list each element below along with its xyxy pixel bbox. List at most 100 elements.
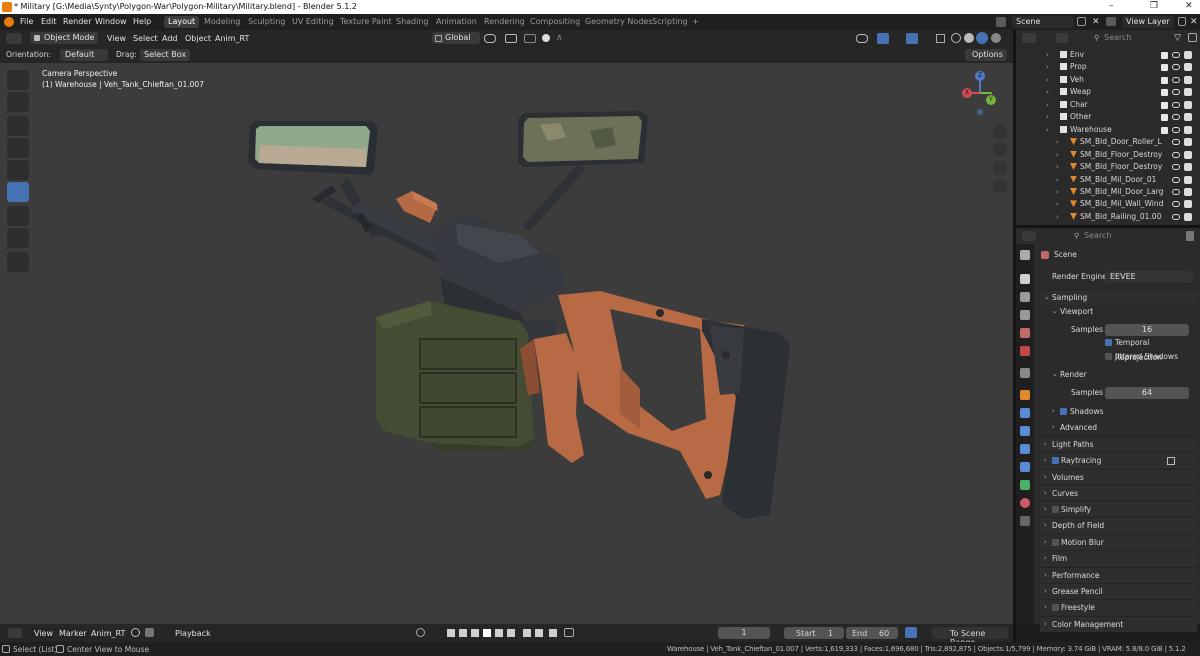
pivot-point-icon[interactable] <box>484 34 496 43</box>
view-layer-tab-icon[interactable] <box>1020 310 1030 320</box>
gizmo-axis-neg-z[interactable] <box>977 109 983 115</box>
new-scene-icon[interactable] <box>1077 17 1086 26</box>
exclude-checkbox[interactable] <box>1161 52 1168 59</box>
menu-window[interactable]: Window <box>95 17 127 26</box>
eye-icon[interactable] <box>1172 151 1180 158</box>
measure-tool-icon[interactable] <box>7 228 29 248</box>
viewport-menu-select[interactable]: Select <box>133 34 158 43</box>
next-marker-icon[interactable] <box>535 629 543 637</box>
camera-render-icon[interactable] <box>1184 75 1192 84</box>
camera-render-icon[interactable] <box>1184 125 1192 134</box>
to-scene-range-button[interactable]: To Scene Range <box>932 627 1008 647</box>
eye-icon[interactable] <box>1172 201 1180 208</box>
world-tab-icon[interactable] <box>1020 346 1030 356</box>
pan-hand-icon[interactable] <box>993 143 1007 157</box>
end-frame-field[interactable]: End 60 <box>846 627 898 639</box>
properties-search-input[interactable]: Search <box>1070 230 1168 242</box>
shadows-checkbox[interactable] <box>1060 408 1067 415</box>
camera-render-icon[interactable] <box>1184 187 1192 196</box>
tab-modeling[interactable]: Modeling <box>200 16 244 28</box>
texture-tab-icon[interactable] <box>1020 516 1030 526</box>
record-icon[interactable] <box>416 628 425 637</box>
chevron-right-icon[interactable]: › <box>1056 149 1059 161</box>
xray-toggle-icon[interactable] <box>936 34 945 43</box>
blender-menu-icon[interactable] <box>4 17 14 27</box>
play-reverse-icon[interactable] <box>471 629 479 637</box>
jump-start-icon[interactable] <box>447 629 455 637</box>
outliner-row[interactable]: › Veh <box>1016 74 1200 86</box>
menu-edit[interactable]: Edit <box>41 17 57 26</box>
eye-icon[interactable] <box>1172 101 1180 108</box>
delete-view-layer-icon[interactable]: ✕ <box>1190 17 1198 27</box>
overlay-toggle-icon[interactable] <box>906 33 918 44</box>
panel-grease-pencil[interactable]: › Grease Pencil <box>1040 583 1197 599</box>
timeline-menu-anim-rt[interactable]: Anim_RT <box>91 629 125 638</box>
maximize-button[interactable]: ❐ <box>1150 1 1158 11</box>
exclude-checkbox[interactable] <box>1161 114 1168 122</box>
rotate-tool-icon[interactable] <box>7 138 29 158</box>
panel-simplify[interactable]: › Simplify <box>1040 501 1197 517</box>
camera-render-icon[interactable] <box>1184 113 1192 122</box>
outliner-row[interactable]: › Env <box>1016 49 1200 61</box>
tab-layout[interactable]: Layout <box>164 16 200 28</box>
eye-icon[interactable] <box>1172 188 1180 195</box>
tab-compositing[interactable]: Compositing <box>526 16 584 28</box>
exclude-checkbox[interactable] <box>1161 76 1168 84</box>
outliner-row[interactable]: › Weap <box>1016 86 1200 98</box>
panel-freestyle[interactable]: › Freestyle <box>1040 599 1197 615</box>
camera-render-icon[interactable] <box>1184 51 1192 59</box>
transform-tool-icon[interactable] <box>7 182 29 202</box>
eye-icon[interactable] <box>1172 213 1180 220</box>
minimize-button[interactable]: – <box>1109 1 1114 11</box>
subpanel-render[interactable]: ⌄ Render <box>1040 367 1197 382</box>
delete-scene-icon[interactable]: ✕ <box>1092 17 1100 27</box>
viewport-menu-anim-rt[interactable]: Anim_RT <box>215 34 249 43</box>
camera-render-icon[interactable] <box>1184 212 1192 221</box>
view-layer-icon[interactable] <box>1106 17 1116 26</box>
chevron-right-icon[interactable]: › <box>1046 86 1049 98</box>
jump-end-icon[interactable] <box>507 629 515 637</box>
camera-render-icon[interactable] <box>1184 100 1192 109</box>
tab-sculpting[interactable]: Sculpting <box>244 16 289 28</box>
3d-viewport[interactable]: Camera Perspective (1) Warehouse | Veh_T… <box>0 63 1013 624</box>
object-tab-icon[interactable] <box>1020 390 1030 400</box>
editor-type-icon[interactable] <box>6 33 22 44</box>
filter-icon[interactable]: ▽ <box>1174 33 1181 43</box>
panel-film[interactable]: › Film <box>1040 550 1197 566</box>
outliner-row[interactable]: › Prop <box>1016 61 1200 73</box>
temporal-reprojection-checkbox[interactable] <box>1105 339 1112 346</box>
constraints-tab-icon[interactable] <box>1020 462 1030 472</box>
panel-motion-blur[interactable]: › Motion Blur <box>1040 534 1197 550</box>
outliner-search-input[interactable]: Search <box>1090 32 1166 44</box>
render-samples-field[interactable]: 64 <box>1105 387 1189 399</box>
outliner-row[interactable]: › SM_Bld_Mil_Door_Larg <box>1016 186 1200 198</box>
camera-render-icon[interactable] <box>1184 138 1192 147</box>
panel-enable-checkbox[interactable] <box>1052 539 1059 546</box>
eye-icon[interactable] <box>1172 89 1180 96</box>
move-tool-icon[interactable] <box>7 116 29 136</box>
snap-timeline-icon[interactable] <box>564 628 574 637</box>
tab-scripting[interactable]: Scripting <box>648 16 692 28</box>
eye-icon[interactable] <box>1172 126 1180 133</box>
tab-texture-paint[interactable]: Texture Paint <box>336 16 396 28</box>
output-tab-icon[interactable] <box>1020 292 1030 302</box>
camera-render-icon[interactable] <box>1184 175 1192 184</box>
timeline-editor-type-icon[interactable] <box>8 628 22 638</box>
select-box-tool-icon[interactable] <box>7 70 29 90</box>
prev-marker-icon[interactable] <box>523 629 531 637</box>
properties-editor-type-icon[interactable] <box>1022 231 1036 241</box>
panel-color-management[interactable]: › Color Management <box>1040 616 1197 632</box>
outliner-row[interactable]: › Warehouse <box>1016 124 1200 136</box>
exclude-checkbox[interactable] <box>1161 101 1168 109</box>
outliner-row[interactable]: › SM_Bld_Railing_01.00 <box>1016 211 1200 223</box>
panel-curves[interactable]: › Curves <box>1040 485 1197 501</box>
physics-tab-icon[interactable] <box>1020 444 1030 454</box>
eye-icon[interactable] <box>1172 164 1180 171</box>
chevron-right-icon[interactable]: › <box>1046 74 1049 86</box>
chevron-right-icon[interactable]: › <box>1056 136 1059 148</box>
outliner-row[interactable]: › SM_Bld_Floor_Destroy <box>1016 149 1200 161</box>
tool-tab-icon[interactable] <box>1020 250 1030 260</box>
rendered-shading-icon[interactable] <box>991 33 1001 43</box>
chevron-right-icon[interactable]: › <box>1056 174 1059 186</box>
eye-icon[interactable] <box>1172 76 1180 83</box>
